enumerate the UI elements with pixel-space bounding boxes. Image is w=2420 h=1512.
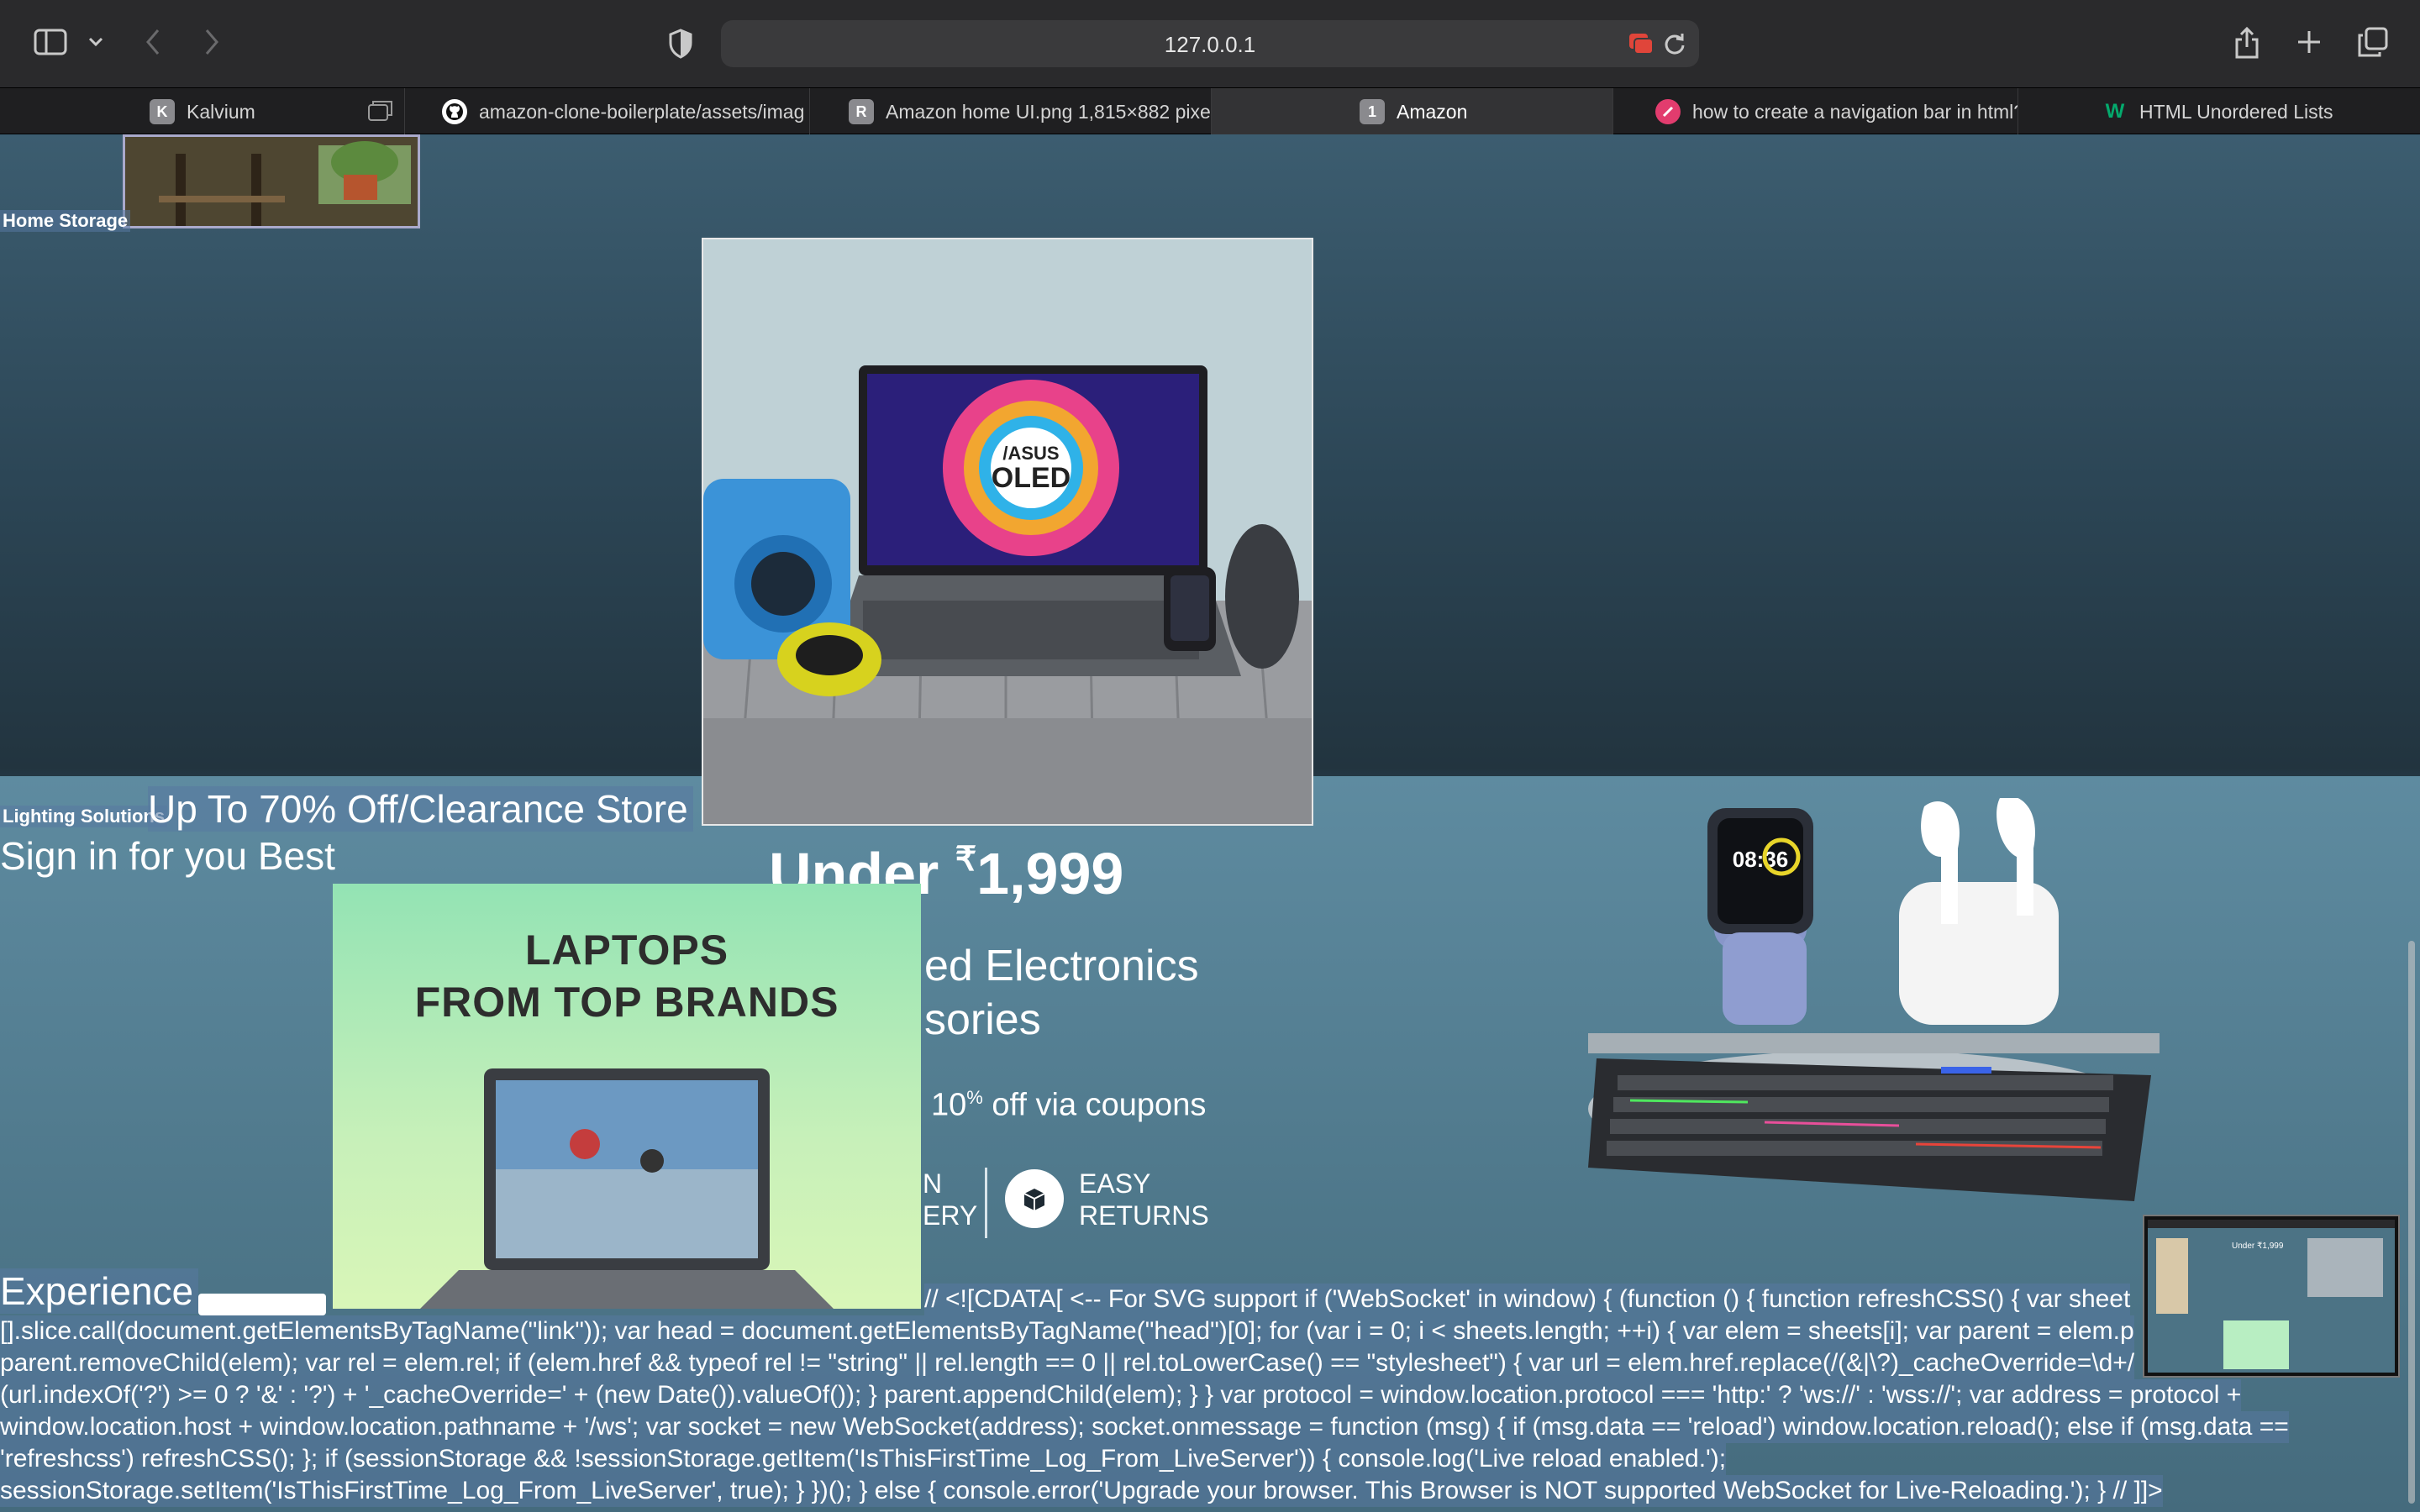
- tab-bar: K Kalvium amazon-clone-boilerplate/asset…: [0, 87, 2420, 135]
- banner-returns: EASY RETURNS: [1079, 1168, 1209, 1231]
- tab-amazon-image[interactable]: R Amazon home UI.png 1,815×882 pixe: [810, 88, 1212, 135]
- laptops-promo-card[interactable]: LAPTOPS FROM TOP BRANDS: [333, 884, 921, 1309]
- laptop-image: [420, 1068, 834, 1309]
- lighting-solutions-label[interactable]: Lighting Solutions: [0, 806, 168, 827]
- tab-overview-icon[interactable]: [2356, 25, 2390, 59]
- page-viewport: Home Storage /ASUS OLED Under ₹1,999 ed …: [0, 134, 2420, 1512]
- tab-title: Kalvium: [187, 100, 255, 123]
- screenshot-thumbnail[interactable]: Under ₹1,999: [2144, 1216, 2398, 1376]
- home-storage-label[interactable]: Home Storage: [0, 210, 131, 232]
- code-line: parent.removeChild(elem); var rel = elem…: [0, 1347, 2135, 1379]
- delivery-line1: N: [923, 1168, 943, 1199]
- returns-line1: EASY: [1079, 1168, 1151, 1199]
- sign-in-text: Sign in for you Best: [0, 834, 335, 878]
- tab-group-icon[interactable]: [368, 100, 393, 127]
- tab-navigation-bar[interactable]: how to create a navigation bar in html?: [1613, 88, 2018, 135]
- chevron-down-icon[interactable]: [84, 30, 108, 54]
- delivery-line2: ERY: [923, 1200, 978, 1231]
- code-line: sessionStorage.setItem('IsThisFirstTime_…: [0, 1475, 2163, 1507]
- search-favicon-icon: [1655, 99, 1681, 124]
- home-storage-image[interactable]: [123, 134, 420, 228]
- banner-line2: sories: [924, 995, 1041, 1044]
- tab-kalvium[interactable]: K Kalvium: [0, 88, 405, 135]
- laptops-subtitle: FROM TOP BRANDS: [414, 979, 839, 1026]
- reload-icon[interactable]: [1662, 32, 1687, 55]
- banner-line1: ed Electronics: [924, 942, 1199, 990]
- privacy-shield-icon[interactable]: [664, 27, 697, 60]
- vertical-scrollbar[interactable]: [2408, 941, 2415, 1504]
- amazon-favicon-icon: 1: [1360, 99, 1385, 124]
- banner-currency: ₹: [955, 841, 977, 878]
- share-icon[interactable]: [2230, 24, 2264, 62]
- coupon-value: 10: [931, 1087, 967, 1123]
- url-text: 127.0.0.1: [1164, 32, 1256, 57]
- address-bar[interactable]: 127.0.0.1: [721, 20, 1699, 67]
- watch-time: 08:36: [1733, 847, 1789, 872]
- live-server-icon[interactable]: [1628, 32, 1654, 55]
- new-tab-icon[interactable]: [2294, 27, 2324, 57]
- electronics-hero-image[interactable]: /ASUS OLED: [702, 238, 1313, 826]
- gadgets-image: 08:36: [1580, 795, 2168, 1235]
- banner-price-value: 1,999: [976, 841, 1124, 906]
- image-favicon-icon: R: [849, 99, 874, 124]
- banner-coupon: 10% off via coupons: [931, 1087, 1206, 1124]
- code-line: window.location.host + window.location.p…: [0, 1411, 2289, 1443]
- code-line: (url.indexOf('?') >= 0 ? '&' : '?') + '_…: [0, 1379, 2242, 1411]
- banner-divider: [985, 1168, 987, 1238]
- coupon-text: off via coupons: [982, 1087, 1207, 1123]
- redacted-bar: [198, 1294, 326, 1315]
- tab-github[interactable]: amazon-clone-boilerplate/assets/imag: [405, 88, 810, 135]
- coupon-percent: %: [966, 1087, 983, 1108]
- tab-title: HTML Unordered Lists: [2139, 100, 2333, 123]
- hero-badge-text: OLED: [992, 462, 1071, 494]
- thumb-text: Under ₹1,999: [2232, 1242, 2284, 1251]
- easy-returns-icon: [1005, 1169, 1064, 1228]
- tab-html-lists[interactable]: W HTML Unordered Lists: [2018, 88, 2420, 135]
- code-line: // <![CDATA[ <-- For SVG support if ('We…: [924, 1284, 2131, 1315]
- code-line: 'refreshcss') refreshCSS(); }; if (sessi…: [0, 1443, 1727, 1475]
- experience-heading: Experience: [0, 1268, 199, 1314]
- forward-icon[interactable]: [198, 25, 225, 59]
- github-icon: [442, 99, 467, 124]
- browser-toolbar: 127.0.0.1: [0, 0, 2420, 87]
- laptops-title: LAPTOPS: [524, 927, 729, 974]
- code-line: [].slice.call(document.getElementsByTagN…: [0, 1315, 2134, 1347]
- tab-title: Amazon home UI.png 1,815×882 pixe: [886, 100, 1211, 123]
- sidebar-toggle-icon[interactable]: [32, 27, 69, 57]
- returns-line2: RETURNS: [1079, 1200, 1209, 1231]
- clearance-store-link[interactable]: Up To 70% Off/Clearance Store: [148, 786, 693, 832]
- tab-title: how to create a navigation bar in html?: [1692, 100, 2018, 123]
- hero-brand-text: /ASUS: [1002, 443, 1059, 464]
- kalvium-favicon-icon: K: [150, 99, 175, 124]
- tab-amazon[interactable]: 1 Amazon: [1212, 88, 1613, 135]
- tab-title: amazon-clone-boilerplate/assets/imag: [479, 100, 805, 123]
- banner-delivery: N ERY: [923, 1168, 977, 1231]
- tab-title: Amazon: [1397, 100, 1468, 123]
- w3schools-favicon-icon: W: [2105, 100, 2125, 123]
- back-icon[interactable]: [139, 25, 166, 59]
